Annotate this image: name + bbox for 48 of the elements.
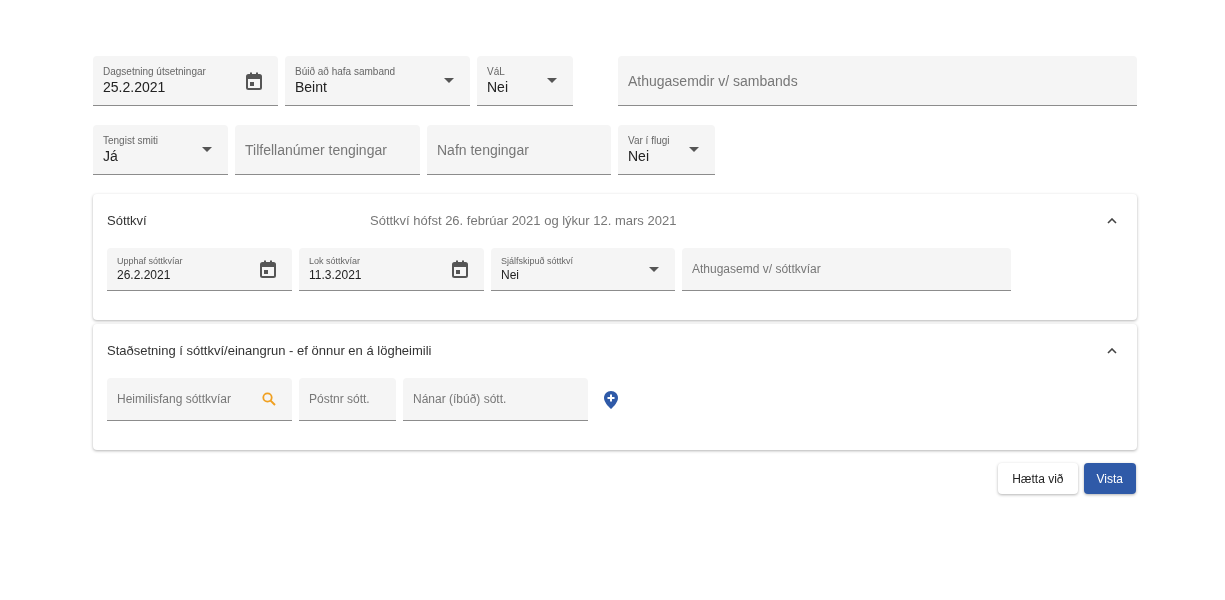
dropdown-caret-icon[interactable] [202,147,212,152]
field-value: Nei [501,267,520,283]
field-label: Lok sóttkvíar [309,255,362,267]
chevron-up-icon[interactable] [1107,218,1117,224]
field-label: Sjálfskipuð sóttkví [501,255,575,267]
select-field[interactable]: Var í flugi Nei [618,125,715,175]
input-field[interactable]: Nafn tengingar [427,125,611,175]
dropdown-caret-icon[interactable] [444,78,454,83]
calendar-icon[interactable] [452,260,468,278]
field-label: Var í flugi [628,133,671,147]
field-value: Nei [487,77,509,97]
add-location-icon[interactable] [604,390,618,409]
select-field[interactable]: Búið að hafa samband Beint [285,56,470,106]
chevron-up-icon[interactable] [1107,348,1117,354]
input-field[interactable]: Tilfellanúmer tengingar [235,125,420,175]
calendar-icon[interactable] [260,260,276,278]
quarantine-summary: Sóttkví hófst 26. febrúar 2021 og lýkur 12. mars 2021 [370,212,677,231]
cancel-button[interactable]: Hætta við [998,463,1078,494]
input-field[interactable]: Póstnr sótt. [299,378,396,421]
select-field[interactable]: Tengist smiti Já [93,125,228,175]
date-field[interactable]: Lok sóttkvíar 11.3.2021 [299,248,484,291]
date-field[interactable]: Upphaf sóttkvíar 26.2.2021 [107,248,292,291]
search-field[interactable]: Heimilisfang sóttkvíar [107,378,292,421]
field-label: Dagsetning útsetningar [103,64,207,78]
section-title: Staðsetning í sóttkví/einangrun - ef önnur en á lögheimili [107,342,432,360]
field-label: VáL [487,64,506,78]
field-label: Tengist smiti [103,133,159,147]
field-label: Upphaf sóttkvíar [117,255,184,267]
section-title: Sóttkví [107,212,148,230]
save-button[interactable]: Vista [1083,463,1136,494]
input-field[interactable]: Nánar (íbúð) sótt. [403,378,588,421]
dropdown-caret-icon[interactable] [547,78,557,83]
select-field[interactable]: VáL Nei [477,56,573,106]
field-label: Búið að hafa samband [295,64,397,78]
field-value: 25.2.2021 [103,77,167,97]
field-value: 26.2.2021 [117,267,172,283]
dropdown-caret-icon[interactable] [649,266,659,272]
field-value: Nei [628,146,650,166]
calendar-icon[interactable] [246,71,262,90]
field-value: 11.3.2021 [309,267,363,283]
dropdown-caret-icon[interactable] [689,147,699,152]
input-field[interactable]: Athugasemdir v/ sambands [618,56,1137,106]
field-value: Já [103,146,119,166]
input-field[interactable]: Athugasemd v/ sóttkvíar [682,248,1011,291]
date-field[interactable]: Dagsetning útsetningar 25.2.2021 [93,56,278,106]
search-input[interactable]: Heimilisfang sóttkvíar [117,390,258,408]
select-field[interactable]: Sjálfskipuð sóttkví Nei [491,248,675,291]
field-value: Beint [295,77,328,97]
